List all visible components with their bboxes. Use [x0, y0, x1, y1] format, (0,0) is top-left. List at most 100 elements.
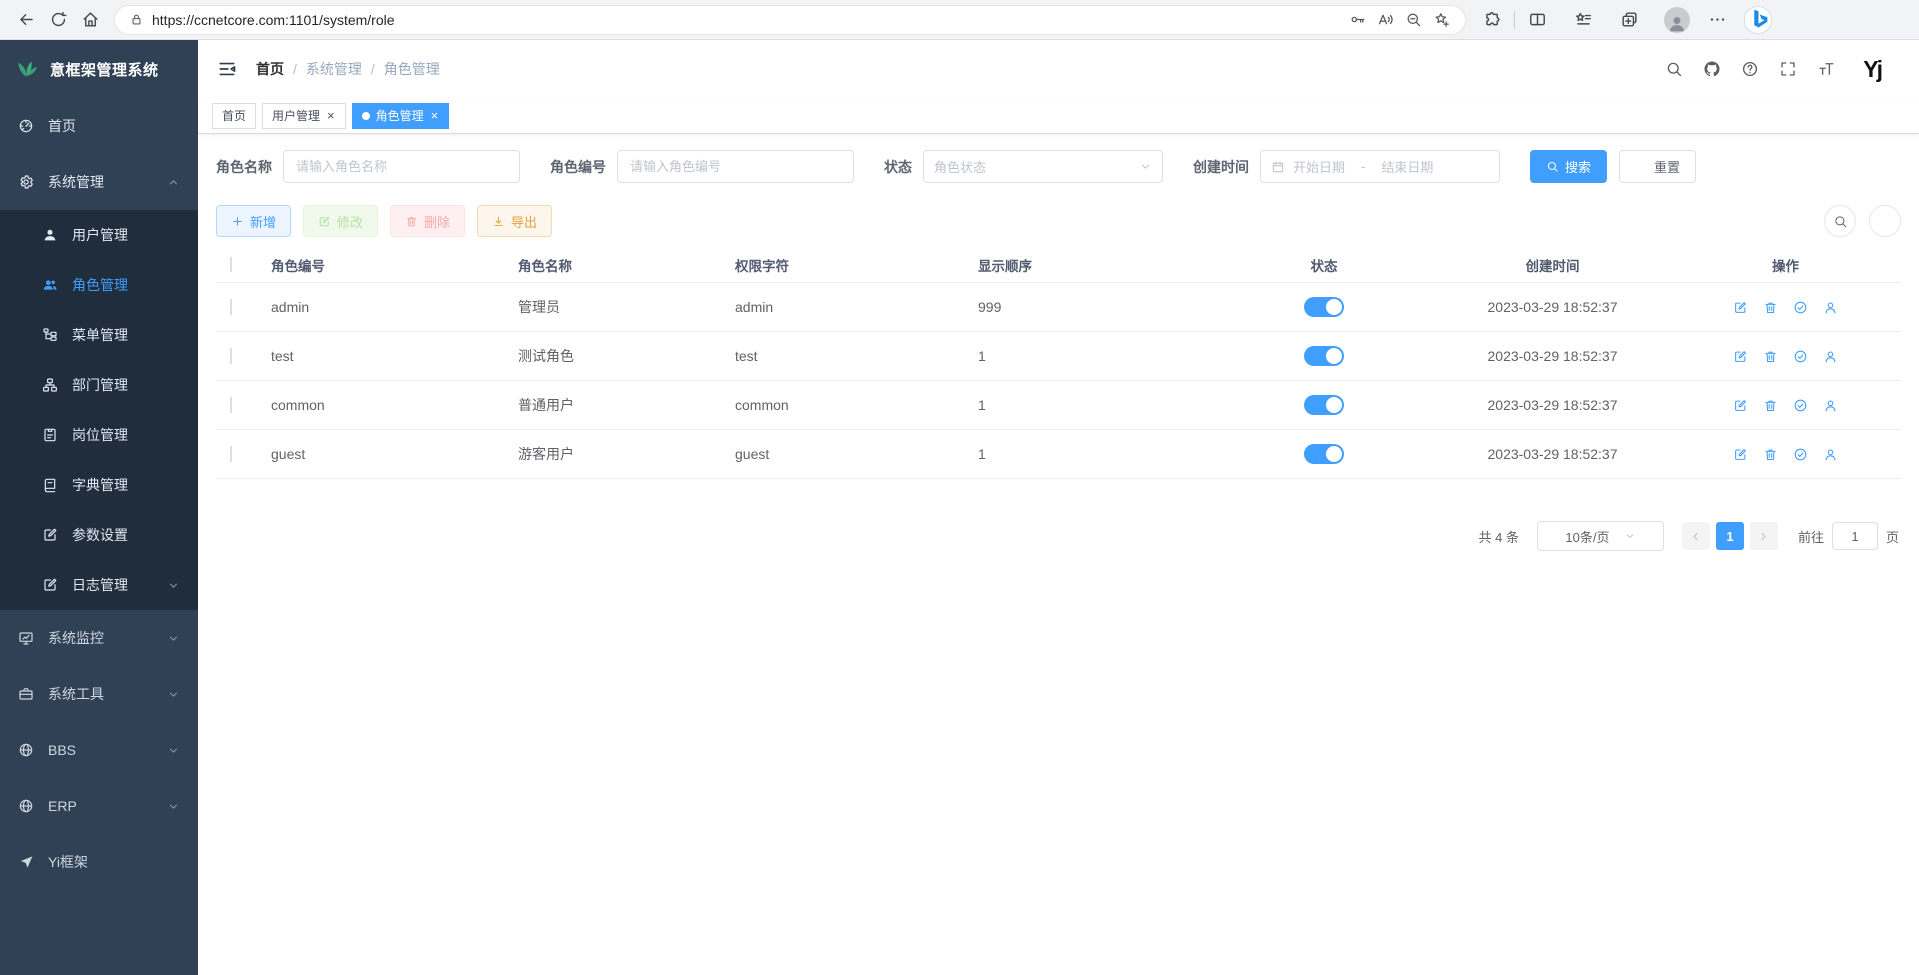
bing-chat-icon[interactable] [1743, 5, 1773, 35]
add-button[interactable]: 新增 [216, 205, 291, 237]
profile-avatar[interactable] [1661, 4, 1693, 36]
row-checkbox[interactable] [230, 299, 232, 315]
refresh-icon [1635, 160, 1648, 173]
calendar-icon [1271, 160, 1285, 174]
row-assign-user-icon[interactable] [1823, 447, 1838, 462]
browser-refresh-button[interactable] [42, 4, 74, 36]
show-search-button[interactable] [1824, 205, 1856, 237]
view-tab[interactable]: 用户管理 × [262, 103, 346, 129]
page-number-button[interactable]: 1 [1716, 522, 1744, 550]
url-text[interactable]: https://ccnetcore.com:1101/system/role [152, 12, 1343, 28]
date-range-picker[interactable]: 开始日期 - 结束日期 [1260, 150, 1500, 183]
row-permission-icon[interactable] [1793, 300, 1808, 315]
view-tab[interactable]: 角色管理 × [352, 103, 450, 129]
row-delete-icon[interactable] [1763, 300, 1778, 315]
split-screen-icon[interactable] [1521, 4, 1553, 36]
sidebar-item-dict[interactable]: 字典管理 [0, 460, 198, 510]
header-search-icon[interactable] [1659, 54, 1689, 84]
search-button[interactable]: 搜索 [1530, 150, 1607, 183]
export-button[interactable]: 导出 [477, 205, 552, 237]
status-toggle[interactable] [1304, 444, 1344, 464]
row-checkbox[interactable] [230, 397, 232, 413]
browser-back-button[interactable] [10, 4, 42, 36]
status-select[interactable]: 角色状态 [923, 150, 1163, 183]
sidebar-item-role[interactable]: 角色管理 [0, 260, 198, 310]
user-logo[interactable]: Yj [1863, 58, 1881, 81]
zoom-out-icon[interactable] [1399, 6, 1427, 34]
goto-page-input[interactable] [1832, 522, 1878, 550]
app-logo[interactable]: 意框架管理系统 [0, 40, 198, 98]
edit-button[interactable]: 修改 [303, 205, 378, 237]
breadcrumb: 首页/系统管理/角色管理 [256, 59, 440, 79]
password-icon[interactable] [1343, 6, 1371, 34]
row-permission-icon[interactable] [1793, 447, 1808, 462]
close-icon[interactable]: × [326, 109, 336, 122]
row-delete-icon[interactable] [1763, 349, 1778, 364]
delete-button[interactable]: 删除 [390, 205, 465, 237]
sidebar-item-home[interactable]: 首页 [0, 98, 198, 154]
sidebar-item-menu[interactable]: 菜单管理 [0, 310, 198, 360]
role-code-input[interactable] [617, 150, 854, 183]
cell-role-code: admin [261, 299, 506, 315]
role-name-input[interactable] [283, 150, 520, 183]
row-permission-icon[interactable] [1793, 349, 1808, 364]
collections-icon[interactable] [1613, 4, 1645, 36]
sidebar-collapse-icon[interactable] [214, 56, 240, 82]
chevron-left-icon [1689, 530, 1702, 543]
sidebar-item-param[interactable]: 参数设置 [0, 510, 198, 560]
row-delete-icon[interactable] [1763, 447, 1778, 462]
table-row: test 测试角色 test 1 2023-03-29 18:52:37 [216, 332, 1901, 381]
next-page-button[interactable] [1750, 522, 1778, 550]
font-size-icon[interactable] [1811, 54, 1841, 84]
view-tab[interactable]: 首页 [212, 103, 256, 129]
prev-page-button[interactable] [1682, 522, 1710, 550]
sidebar-item-user[interactable]: 用户管理 [0, 210, 198, 260]
browser-settings-icon[interactable] [1701, 4, 1733, 36]
sidebar-item-erp[interactable]: ERP [0, 778, 198, 834]
add-favorite-icon[interactable] [1427, 6, 1455, 34]
sidebar-item-yi[interactable]: Yi框架 [0, 834, 198, 890]
row-assign-user-icon[interactable] [1823, 349, 1838, 364]
address-bar[interactable]: https://ccnetcore.com:1101/system/role [114, 5, 1466, 35]
close-icon[interactable]: × [430, 109, 440, 122]
favorites-icon[interactable] [1567, 4, 1599, 36]
browser-home-button[interactable] [74, 4, 106, 36]
sidebar-item-system[interactable]: 系统管理 [0, 154, 198, 210]
col-role-name: 角色名称 [506, 255, 723, 275]
user-dropdown-caret-icon[interactable] [1889, 67, 1903, 81]
breadcrumb-item[interactable]: 系统管理 [306, 59, 362, 79]
sidebar-item-tools[interactable]: 系统工具 [0, 666, 198, 722]
sidebar-item-post[interactable]: 岗位管理 [0, 410, 198, 460]
page-size-select[interactable]: 10条/页 [1537, 521, 1664, 551]
row-edit-icon[interactable] [1733, 398, 1748, 413]
sidebar-item-dept[interactable]: 部门管理 [0, 360, 198, 410]
row-checkbox[interactable] [230, 348, 232, 364]
select-all-checkbox[interactable] [230, 257, 232, 272]
read-aloud-icon[interactable] [1371, 6, 1399, 34]
row-edit-icon[interactable] [1733, 447, 1748, 462]
row-assign-user-icon[interactable] [1823, 398, 1838, 413]
sidebar-item-bbs[interactable]: BBS [0, 722, 198, 778]
chevron-down-icon [1139, 160, 1152, 173]
sidebar-item-log[interactable]: 日志管理 [0, 560, 198, 610]
date-end-placeholder: 结束日期 [1381, 157, 1433, 176]
sidebar-item-monitor[interactable]: 系统监控 [0, 610, 198, 666]
refresh-table-button[interactable] [1869, 205, 1901, 237]
status-toggle[interactable] [1304, 297, 1344, 317]
row-checkbox[interactable] [230, 446, 232, 462]
reset-button[interactable]: 重置 [1619, 150, 1696, 183]
row-edit-icon[interactable] [1733, 349, 1748, 364]
status-toggle[interactable] [1304, 395, 1344, 415]
row-delete-icon[interactable] [1763, 398, 1778, 413]
fullscreen-icon[interactable] [1773, 54, 1803, 84]
row-assign-user-icon[interactable] [1823, 300, 1838, 315]
help-icon[interactable] [1735, 54, 1765, 84]
extensions-icon[interactable] [1476, 4, 1508, 36]
search-icon [1546, 160, 1559, 173]
row-edit-icon[interactable] [1733, 300, 1748, 315]
row-permission-icon[interactable] [1793, 398, 1808, 413]
status-toggle[interactable] [1304, 346, 1344, 366]
role-code-label: 角色编号 [550, 157, 606, 177]
breadcrumb-item[interactable]: 首页 [256, 59, 284, 79]
github-icon[interactable] [1697, 54, 1727, 84]
